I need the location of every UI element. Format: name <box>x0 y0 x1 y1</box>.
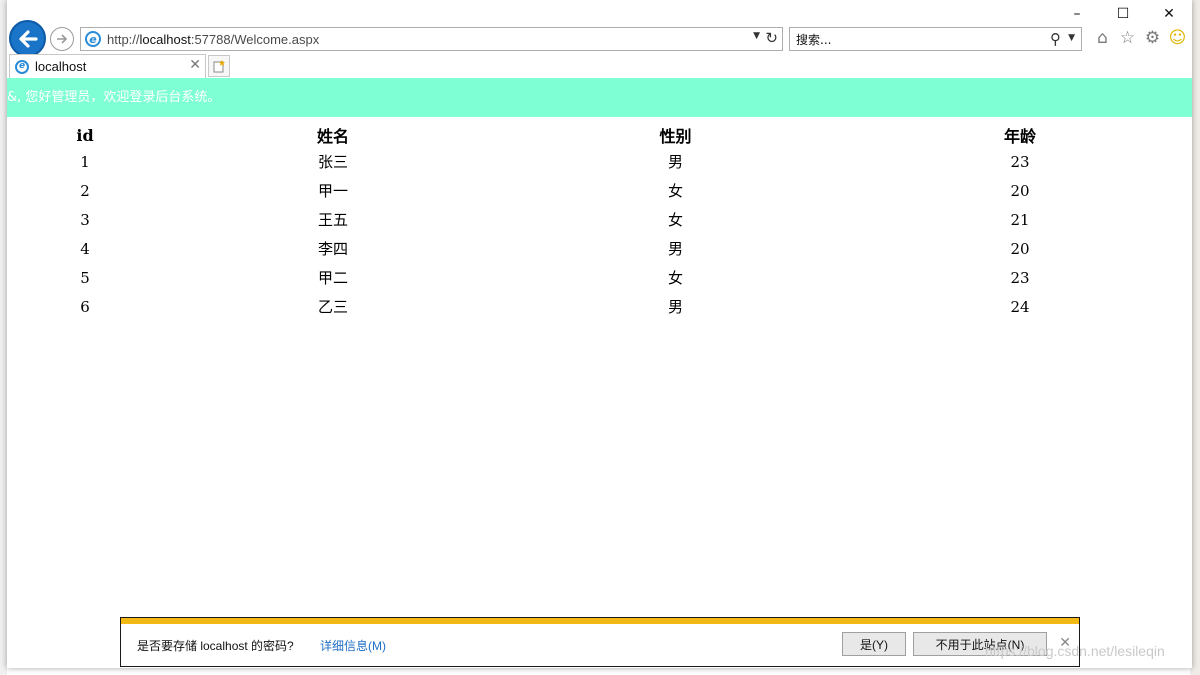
cell-age: 20 <box>1010 181 1030 200</box>
users-table: id 姓名 性别 年龄 1 张三 男 23 2 甲一 女 20 3 王五 女 2… <box>7 123 1192 321</box>
browser-window: – ☐ ✕ e http://localhost:57788/Welcome.a… <box>7 0 1192 668</box>
cell-id: 5 <box>80 268 90 287</box>
refresh-icon[interactable]: ↻ <box>765 29 778 47</box>
address-dropdown-icon[interactable]: ▼ <box>753 31 760 41</box>
table-row: 4 李四 男 20 <box>7 234 1192 263</box>
header-id: id <box>76 125 94 145</box>
search-icon[interactable]: ⚲ <box>1050 30 1061 48</box>
toolbar-icons: ⌂ ☆ ⚙ ☺ <box>1092 27 1188 49</box>
cell-gender: 男 <box>667 298 683 316</box>
page-content: &, 您好管理员，欢迎登录后台系统。 id 姓名 性别 年龄 1 张三 男 23 <box>7 78 1192 668</box>
navigation-bar: e http://localhost:57788/Welcome.aspx ▼ … <box>7 18 1192 58</box>
table-row: 5 甲二 女 23 <box>7 263 1192 292</box>
cell-name: 李四 <box>317 240 348 258</box>
search-dropdown-icon[interactable]: ▼ <box>1068 33 1075 43</box>
cell-name: 乙三 <box>317 298 348 316</box>
cell-id: 4 <box>80 239 90 258</box>
table-header-row: id 姓名 性别 年龄 <box>7 123 1192 147</box>
feedback-smiley-icon[interactable]: ☺ <box>1167 27 1188 49</box>
tab-localhost[interactable]: e localhost ✕ <box>9 54 206 78</box>
cell-age: 23 <box>1010 268 1030 287</box>
welcome-banner: &, 您好管理员，欢迎登录后台系统。 <box>7 78 1192 117</box>
cell-age: 23 <box>1010 152 1030 171</box>
save-password-yes-button[interactable]: 是(Y) <box>842 632 906 656</box>
cell-age: 21 <box>1010 210 1030 229</box>
cell-gender: 女 <box>667 182 683 200</box>
forward-arrow-icon <box>57 34 68 44</box>
notification-accent-bar <box>121 618 1079 624</box>
cell-id: 6 <box>80 297 90 316</box>
search-box[interactable]: 搜索... ⚲ ▼ <box>789 27 1082 51</box>
tab-close-icon[interactable]: ✕ <box>189 57 201 73</box>
table-row: 2 甲一 女 20 <box>7 176 1192 205</box>
back-button[interactable] <box>9 20 46 57</box>
header-name: 姓名 <box>316 127 349 146</box>
ie-tab-icon: e <box>15 59 29 74</box>
cell-age: 20 <box>1010 239 1030 258</box>
cell-name: 王五 <box>317 211 348 229</box>
cell-gender: 女 <box>667 269 683 287</box>
notification-message: 是否要存储 localhost 的密码? <box>137 639 294 653</box>
cell-gender: 男 <box>667 153 683 171</box>
cell-name: 甲一 <box>317 182 348 200</box>
search-input[interactable]: 搜索... <box>796 31 831 48</box>
table-row: 6 乙三 男 24 <box>7 292 1192 321</box>
address-url[interactable]: http://localhost:57788/Welcome.aspx <box>107 32 319 47</box>
forward-button[interactable] <box>50 27 74 51</box>
new-tab-icon <box>213 60 225 73</box>
settings-gear-icon[interactable]: ⚙ <box>1142 27 1163 49</box>
table-row: 1 张三 男 23 <box>7 147 1192 176</box>
tab-label: localhost <box>35 59 87 74</box>
tab-bar: e localhost ✕ <box>7 54 1192 78</box>
cell-id: 3 <box>80 210 90 229</box>
cell-age: 24 <box>1010 297 1030 316</box>
details-link[interactable]: 详细信息(M) <box>320 637 386 654</box>
header-gender: 性别 <box>659 127 692 146</box>
back-arrow-icon <box>18 29 38 48</box>
address-bar[interactable]: e http://localhost:57788/Welcome.aspx ▼ … <box>80 27 783 51</box>
home-icon[interactable]: ⌂ <box>1092 27 1113 49</box>
save-password-notification: 是否要存储 localhost 的密码? 详细信息(M) 是(Y) 不用于此站点… <box>120 617 1080 667</box>
cell-gender: 男 <box>667 240 683 258</box>
cell-id: 2 <box>80 181 90 200</box>
header-age: 年龄 <box>1003 127 1036 146</box>
cell-name: 甲二 <box>317 269 348 287</box>
cell-gender: 女 <box>667 211 683 229</box>
cell-name: 张三 <box>317 153 348 171</box>
ie-logo-icon: e <box>85 31 101 47</box>
watermark-text: https://blog.csdn.net/lesileqin <box>985 643 1165 659</box>
desktop-left-edge <box>0 0 7 675</box>
cell-id: 1 <box>80 152 90 171</box>
new-tab-button[interactable] <box>208 55 230 77</box>
table-row: 3 王五 女 21 <box>7 205 1192 234</box>
favorites-star-icon[interactable]: ☆ <box>1117 27 1138 49</box>
